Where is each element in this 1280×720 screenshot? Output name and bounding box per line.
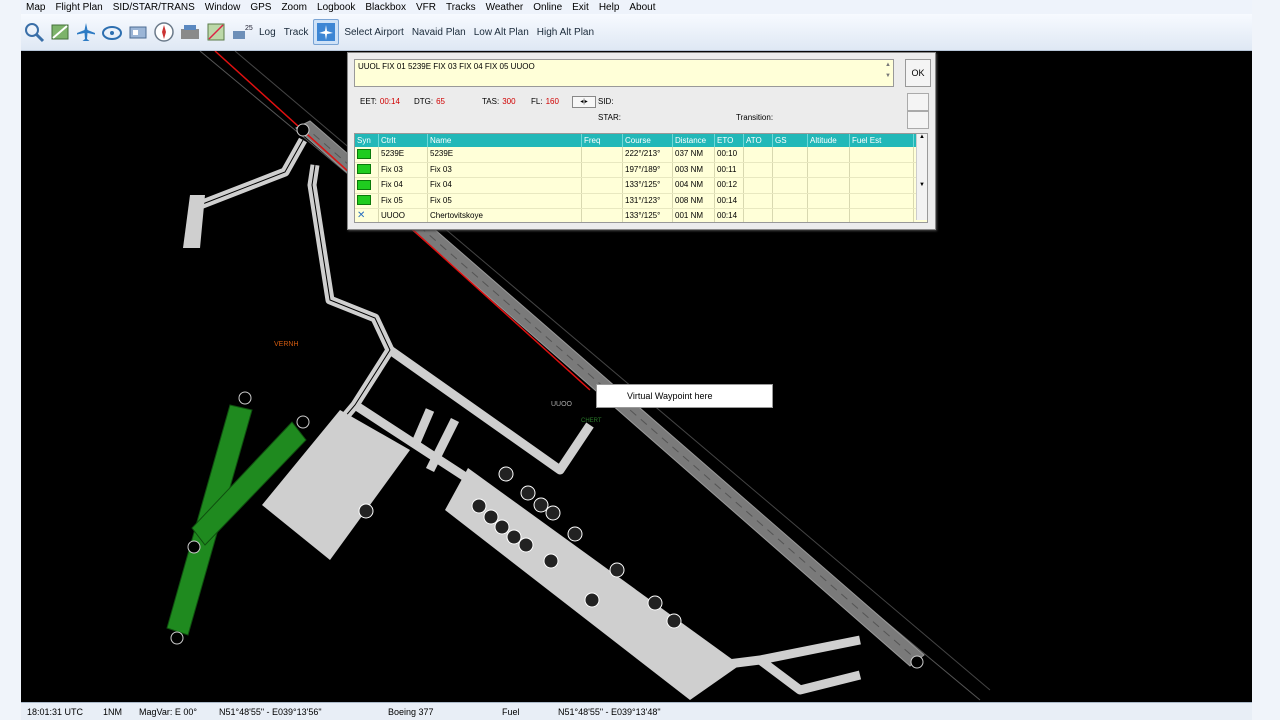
menu-logbook[interactable]: Logbook — [312, 2, 360, 13]
log-button[interactable]: Log — [255, 27, 280, 38]
vor-icon[interactable] — [100, 20, 124, 44]
map-tools-icon[interactable] — [48, 20, 72, 44]
flight-plan-dialog: UUOL FIX 01 5239E FIX 03 FIX 04 FIX 05 U… — [347, 52, 936, 230]
route-text-field[interactable]: UUOL FIX 01 5239E FIX 03 FIX 04 FIX 05 U… — [354, 59, 894, 87]
select-airport-button[interactable]: Select Airport — [340, 27, 407, 38]
col-eto[interactable]: ETO — [715, 134, 744, 147]
menu-blackbox[interactable]: Blackbox — [360, 2, 411, 13]
menu-gps[interactable]: GPS — [245, 2, 276, 13]
col-altitude[interactable]: Altitude — [808, 134, 850, 147]
high-alt-plan-button[interactable]: High Alt Plan — [533, 27, 598, 38]
tas-stat: TAS: 300 — [482, 97, 516, 106]
fl-spinner[interactable]: ◂|▸ — [572, 96, 596, 108]
sid-label: SID: — [598, 97, 614, 106]
status-fuel: Fuel — [502, 707, 520, 717]
star-label: STAR: — [598, 113, 621, 122]
route-text: UUOL FIX 01 5239E FIX 03 FIX 04 FIX 05 U… — [358, 62, 535, 71]
col-ctrlt[interactable]: Ctrlt — [379, 134, 428, 147]
status-time: 18:01:31 UTC — [27, 707, 84, 717]
table-row[interactable]: Fix 03 Fix 03 197°/189° 003 NM 00:11 — [355, 162, 927, 178]
menu-map[interactable]: Map — [21, 2, 50, 13]
eet-stat: EET: 00:14 — [360, 97, 400, 106]
airport-icon: ✕ — [355, 209, 379, 222]
table-row[interactable]: Fix 05 Fix 05 131°/123° 008 NM 00:14 — [355, 193, 927, 209]
col-ato[interactable]: ATO — [744, 134, 773, 147]
status-magvar: MagVar: E 00° — [139, 707, 197, 717]
edit-icon[interactable] — [907, 111, 929, 129]
chart-icon[interactable] — [204, 20, 228, 44]
transition-label: Transition: — [736, 113, 774, 122]
col-gs[interactable]: GS — [773, 134, 808, 147]
save-icon[interactable] — [907, 93, 929, 111]
app-window: Map Flight Plan SID/STAR/TRANS Window GP… — [0, 0, 1280, 720]
tas-value: 300 — [502, 97, 516, 106]
right-frame — [1252, 0, 1280, 720]
menu-flight-plan[interactable]: Flight Plan — [50, 2, 107, 13]
menu-about[interactable]: About — [624, 2, 660, 13]
col-course[interactable]: Course — [623, 134, 673, 147]
menu-sid-star-trans[interactable]: SID/STAR/TRANS — [108, 2, 200, 13]
ok-button[interactable]: OK — [905, 59, 931, 87]
apron-parking — [445, 468, 740, 700]
runway-icon[interactable] — [178, 20, 202, 44]
airport-sub-label: CHERT — [581, 418, 602, 424]
settings-icon[interactable] — [126, 20, 150, 44]
waypoint-icon — [355, 178, 379, 193]
airport-select-icon[interactable] — [313, 19, 340, 45]
menu-bar: Map Flight Plan SID/STAR/TRANS Window GP… — [21, 0, 1252, 14]
col-fuel-est[interactable]: Fuel Est — [850, 134, 914, 147]
menu-zoom[interactable]: Zoom — [276, 2, 312, 13]
compass-icon[interactable] — [152, 20, 176, 44]
range-icon[interactable]: 25 — [230, 20, 254, 44]
menu-tracks[interactable]: Tracks — [441, 2, 481, 13]
table-row[interactable]: 5239E 5239E 222°/213° 037 NM 00:10 — [355, 147, 927, 163]
zoom-icon[interactable] — [22, 20, 46, 44]
status-bar: 18:01:31 UTC 1NM MagVar: E 00° N51°48'55… — [21, 702, 1252, 720]
menu-help[interactable]: Help — [594, 2, 625, 13]
table-header: Syn Ctrlt Name Freq Course Distance ETO … — [355, 134, 927, 147]
status-cursor-position: N51°48'55" - E039°13'48" — [558, 707, 661, 717]
fl-stat: FL: 160 — [531, 97, 559, 106]
track-button[interactable]: Track — [280, 27, 313, 38]
airport-label: UUOO — [551, 401, 573, 408]
col-distance[interactable]: Distance — [673, 134, 715, 147]
fl-value: 160 — [545, 97, 559, 106]
col-name[interactable]: Name — [428, 134, 582, 147]
col-syn[interactable]: Syn — [355, 134, 379, 147]
menu-vfr[interactable]: VFR — [411, 2, 441, 13]
status-aircraft: Boeing 377 — [388, 707, 434, 717]
col-freq[interactable]: Freq — [582, 134, 623, 147]
status-position: N51°48'55" - E039°13'56" — [219, 707, 322, 717]
route-scrollbar[interactable]: ▲ ▼ — [883, 60, 893, 86]
toolbar: 25 Log Track Select Airport Navaid Plan … — [21, 14, 1252, 51]
table-scrollbar[interactable]: ▲ ▼ — [916, 134, 927, 220]
aircraft-icon[interactable] — [74, 20, 98, 44]
dtg-stat: DTG: 65 — [414, 97, 446, 106]
svg-text:25: 25 — [245, 25, 253, 32]
left-frame — [0, 0, 21, 720]
waypoint-icon — [355, 147, 379, 162]
menu-window[interactable]: Window — [200, 2, 246, 13]
menu-weather[interactable]: Weather — [481, 2, 529, 13]
ndb-label: VERNH — [274, 341, 299, 348]
waypoint-table: Syn Ctrlt Name Freq Course Distance ETO … — [354, 133, 928, 223]
eet-value: 00:14 — [379, 97, 400, 106]
low-alt-plan-button[interactable]: Low Alt Plan — [470, 27, 533, 38]
waypoint-icon — [355, 162, 379, 177]
waypoint-icon — [355, 193, 379, 208]
virtual-waypoint-menu-item[interactable]: Virtual Waypoint here — [597, 391, 713, 401]
table-row[interactable]: Fix 04 Fix 04 133°/125° 004 NM 00:12 — [355, 178, 927, 194]
menu-online[interactable]: Online — [528, 2, 567, 13]
status-scale: 1NM — [103, 707, 123, 717]
apron-north — [183, 195, 205, 248]
navaid-plan-button[interactable]: Navaid Plan — [408, 27, 470, 38]
dtg-value: 65 — [436, 97, 446, 106]
table-row[interactable]: ✕ UUOO Chertovitskoye 133°/125° 001 NM 0… — [355, 209, 927, 222]
context-menu: Virtual Waypoint here — [596, 384, 773, 408]
menu-exit[interactable]: Exit — [567, 2, 594, 13]
